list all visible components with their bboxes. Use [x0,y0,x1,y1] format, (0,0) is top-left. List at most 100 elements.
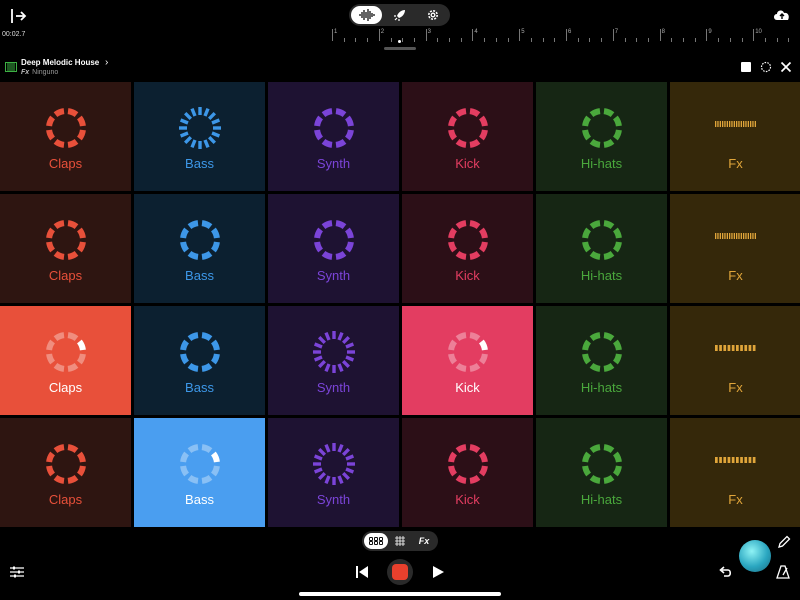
pads-view-button[interactable] [364,533,388,549]
ruler-minor-tick [741,38,743,42]
pad-label: Synth [316,492,351,507]
cloud-upload-icon[interactable] [772,6,792,24]
record-icon [392,564,408,580]
ruler-minor-tick [343,38,345,42]
ruler-major-tick [519,29,521,41]
playhead[interactable] [398,40,401,43]
panel-grabber[interactable] [384,47,416,50]
play-icon[interactable] [432,566,444,578]
settings-mode-button[interactable] [417,6,448,24]
skip-back-icon[interactable] [355,566,369,578]
pad-claps-4[interactable]: Claps [0,418,131,527]
waveform-mode-button[interactable] [351,6,382,24]
ruler-minor-tick [589,38,591,42]
stop-icon[interactable] [741,62,751,72]
ruler-major-tick [753,29,755,41]
undo-icon[interactable] [718,566,732,578]
piano-keys-icon [5,62,17,72]
pad-synth-2[interactable]: Synth [268,194,399,303]
pad-synth-3[interactable]: Synth [268,306,399,415]
pad-hi-hats-1[interactable]: Hi-hats [536,82,667,191]
ruler-major-tick [332,29,333,41]
pad-claps-3[interactable]: Claps [0,306,131,415]
ruler-bar-number: 3 [427,29,431,35]
fx-level-icon [714,233,756,239]
pad-kick-1[interactable]: Kick [402,82,533,191]
track-title[interactable]: Deep Melodic House [21,58,99,67]
pad-label: Bass [185,268,214,283]
rocket-icon [393,10,405,21]
pad-synth-1[interactable]: Synth [268,82,399,191]
track-subtitle: Fx Ninguno [21,69,58,76]
pad-hi-hats-3[interactable]: Hi-hats [536,306,667,415]
pad-label: Fx [728,156,743,171]
fx-level-icon [714,457,755,463]
loop-ring-icon [313,220,354,260]
pad-claps-1[interactable]: Claps [0,82,131,191]
loop-ring-icon [581,444,622,484]
exit-icon[interactable] [10,7,28,25]
close-icon[interactable] [780,61,792,73]
ruler-minor-tick [647,38,649,42]
sequencer-grid-icon [395,536,405,546]
metronome-icon[interactable] [776,565,790,579]
loop-ring-icon [45,220,86,260]
ruler-minor-tick [484,38,486,42]
home-indicator[interactable] [299,592,501,596]
top-bar [0,0,800,30]
pad-fx-2[interactable]: Fx [670,194,800,303]
pad-label: Hi-hats [580,156,623,171]
pad-hi-hats-4[interactable]: Hi-hats [536,418,667,527]
loop-ring-icon [312,331,355,373]
loop-ring-icon [179,220,220,260]
pad-label: Fx [728,492,743,507]
loop-ring-icon [447,444,488,484]
pad-label: Bass [185,380,214,395]
pad-fx-4[interactable]: Fx [670,418,800,527]
chevron-right-icon[interactable]: › [105,57,108,68]
loop-icon[interactable] [760,61,772,73]
pad-hi-hats-2[interactable]: Hi-hats [536,194,667,303]
ruler-bar-number: 2 [380,29,385,35]
pad-bass-4[interactable]: Bass [134,418,265,527]
pad-label: Kick [455,380,480,395]
pad-grid: Claps Bass Synth Kick Hi-hats Fx Claps Bass Synt… [0,82,800,528]
pad-kick-4[interactable]: Kick [402,418,533,527]
ruler-minor-tick [460,38,462,42]
pad-kick-3[interactable]: Kick [402,306,533,415]
pad-synth-4[interactable]: Synth [268,418,399,527]
pad-fx-1[interactable]: Fx [670,82,800,191]
ruler-minor-tick [718,38,720,42]
pad-label: Hi-hats [580,380,623,395]
fx-view-button[interactable]: Fx [413,533,435,549]
pad-kick-2[interactable]: Kick [402,194,533,303]
time-readout: 00:02.7 [2,31,26,38]
pad-label: Synth [316,268,351,283]
pad-fx-3[interactable]: Fx [670,306,800,415]
pad-label: Fx [728,268,743,283]
ruler-minor-tick [683,38,684,42]
fx-tag: Fx [21,69,30,76]
record-button[interactable] [387,559,413,585]
avatar[interactable] [739,540,771,572]
ruler-minor-tick [624,38,626,42]
pad-label: Synth [316,156,351,171]
pad-bass-1[interactable]: Bass [134,82,265,191]
pad-claps-2[interactable]: Claps [0,194,131,303]
ruler-minor-tick [776,38,778,42]
ruler-minor-tick [764,38,766,42]
pad-bass-2[interactable]: Bass [134,194,265,303]
pad-label: Kick [455,156,480,171]
sequencer-view-button[interactable] [390,533,410,549]
ruler-minor-tick [530,38,532,42]
ruler-minor-tick [449,38,450,42]
ruler-bar-number: 6 [568,29,572,35]
mixer-sliders-icon[interactable] [10,565,24,579]
rocket-mode-button[interactable] [384,6,415,24]
ruler-major-tick [659,29,661,41]
pad-bass-3[interactable]: Bass [134,306,265,415]
ruler-minor-tick [355,38,357,42]
loop-ring-icon [312,443,355,485]
ruler-minor-tick [413,38,415,42]
pencil-icon[interactable] [777,535,791,549]
